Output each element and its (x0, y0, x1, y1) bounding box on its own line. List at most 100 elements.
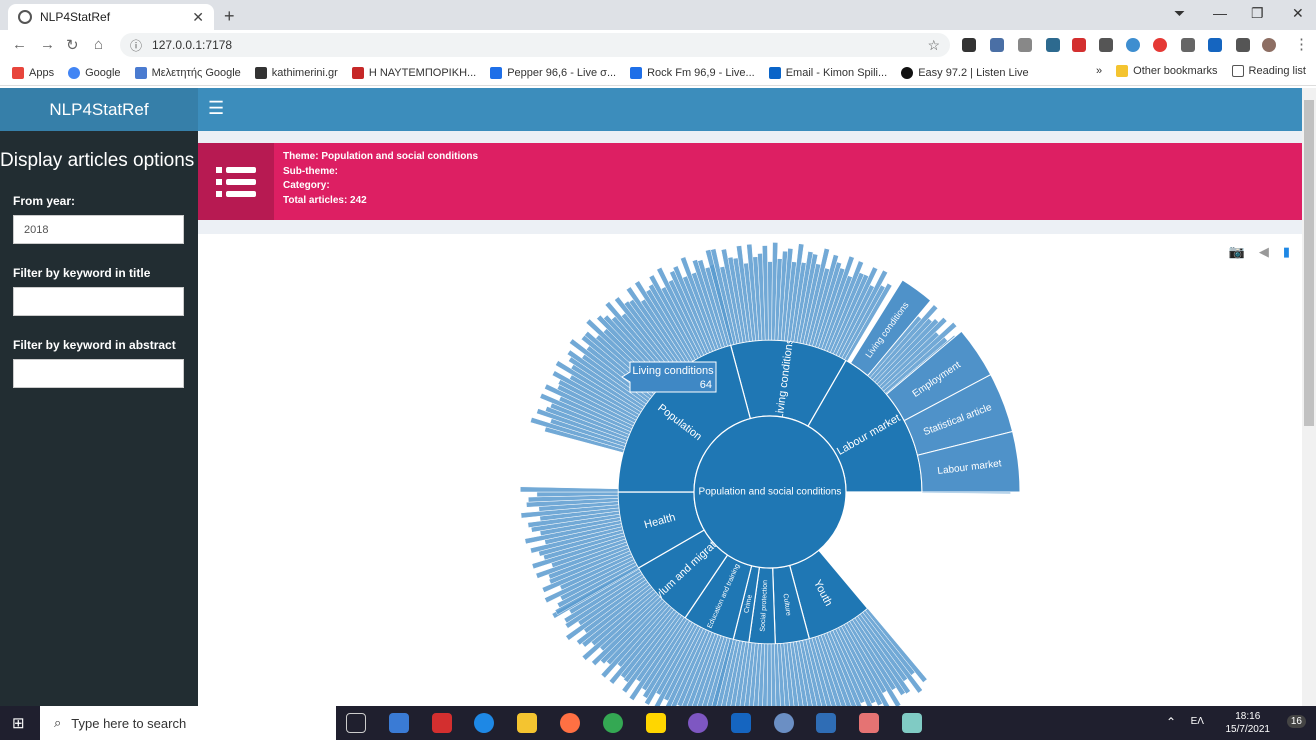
from-year-input[interactable]: 2018 (13, 215, 184, 244)
puzzle-icon[interactable] (1236, 38, 1250, 52)
title-filter-input[interactable] (13, 287, 184, 316)
root-label: Population and social conditions (699, 487, 842, 498)
reading-list[interactable]: Reading list (1231, 65, 1306, 77)
search-placeholder: Type here to search (71, 715, 187, 731)
sunburst-root[interactable]: Population and social conditions (693, 415, 847, 569)
hamburger-icon[interactable]: ☰ (208, 98, 224, 119)
theme-infobox: Theme: Population and social conditions … (198, 143, 1302, 220)
browser-tabstrip: NLP4StatRef ✕ + ⏷ — ❐ ✕ (0, 0, 1316, 30)
naftemporiki-icon (351, 66, 364, 79)
bookmark-apps[interactable]: Apps (12, 66, 54, 79)
sticky-notes-icon[interactable] (646, 713, 666, 733)
notification-badge[interactable]: 16 (1286, 715, 1306, 728)
sunburst-leaf[interactable] (520, 486, 619, 493)
windows-taskbar: ⊞ ⌕ Type here to search ⌃ ΕΛ 18:16 15/7/… (0, 706, 1316, 740)
theme-text: Theme: Population and social conditions (283, 151, 479, 162)
url-text: 127.0.0.1:7178 (152, 38, 233, 52)
scrollbar-thumb[interactable] (1304, 100, 1314, 426)
forward-button[interactable]: → (40, 36, 55, 53)
clock-time: 18:16 (1235, 711, 1261, 722)
from-year-label: From year: (13, 194, 76, 208)
task-view-icon[interactable] (346, 713, 366, 733)
extension-icon[interactable] (1208, 38, 1222, 52)
extension-icon[interactable] (1046, 38, 1060, 52)
total-articles-text: Total articles: 242 (283, 194, 367, 206)
adblock-icon[interactable] (1153, 38, 1167, 52)
avatar[interactable] (1262, 38, 1276, 52)
extension-icon[interactable] (1181, 38, 1195, 52)
close-tab-icon[interactable]: ✕ (192, 9, 204, 26)
info-icon[interactable]: ⓘ (130, 37, 142, 54)
category-text: Category: (283, 180, 330, 191)
bookmark-naftemporiki[interactable]: Η ΝΑΥΤΕΜΠΟΡΙΚΗ... (351, 66, 476, 79)
taskbar-search[interactable]: ⌕ Type here to search (40, 706, 336, 740)
tooltip-label: Living conditions (632, 365, 714, 377)
windows-start-icon[interactable]: ⊞ (12, 714, 25, 732)
firefox-icon[interactable] (560, 713, 580, 733)
abstract-filter-label: Filter by keyword in abstract (13, 338, 176, 352)
bookmark-star-icon[interactable]: ☆ (927, 37, 940, 54)
play-icon (630, 66, 643, 79)
minimize-button[interactable]: — (1213, 5, 1227, 21)
abstract-filter-input[interactable] (13, 359, 184, 388)
extension-icon[interactable] (1126, 38, 1140, 52)
app-icon[interactable] (474, 713, 494, 733)
visual-studio-icon[interactable] (816, 713, 836, 733)
back-button[interactable]: ← (12, 36, 27, 53)
clock[interactable]: 18:16 15/7/2021 (1226, 710, 1271, 736)
google-icon (68, 66, 81, 79)
kathimerini-icon (254, 66, 267, 79)
extension-icon[interactable] (990, 38, 1004, 52)
app-brand[interactable]: NLP4StatRef (0, 88, 198, 131)
page-scrollbar[interactable] (1302, 88, 1316, 706)
folder-icon (1116, 65, 1129, 77)
bookmark-pepper[interactable]: Pepper 96,6 - Live σ... (490, 66, 616, 79)
viber-icon[interactable] (688, 713, 708, 733)
extension-icon[interactable] (1018, 38, 1032, 52)
close-window-button[interactable]: ✕ (1292, 5, 1304, 22)
hover-tooltip: Living conditions 64 (621, 361, 717, 393)
address-bar[interactable]: ⓘ 127.0.0.1:7178 ☆ (120, 33, 950, 57)
bookmark-rockfm[interactable]: Rock Fm 96,9 - Live... (630, 66, 755, 79)
bookmark-easy[interactable]: Easy 97.2 | Listen Live (901, 66, 1029, 79)
word-icon[interactable] (731, 713, 751, 733)
browser-toolbar: ← → ↻ ⌂ ⓘ 127.0.0.1:7178 ☆ ⋮ (0, 30, 1316, 60)
tab-title: NLP4StatRef (40, 10, 111, 24)
r-icon[interactable] (774, 713, 794, 733)
paint-icon[interactable] (902, 713, 922, 733)
sunburst-chart[interactable]: Living conditionsLabour marketYouthCultu… (198, 234, 1302, 706)
home-button[interactable]: ⌂ (94, 36, 103, 53)
app-header: NLP4StatRef ☰ (0, 88, 1302, 131)
bookmarks-more-button[interactable]: » (1096, 65, 1102, 77)
extension-icon[interactable] (1099, 38, 1113, 52)
extension-icon[interactable] (962, 38, 976, 52)
language-indicator[interactable]: ΕΛ (1191, 716, 1204, 727)
other-bookmarks[interactable]: Other bookmarks (1116, 65, 1218, 77)
easy-radio-icon (901, 66, 914, 79)
reload-button[interactable]: ↻ (66, 36, 79, 54)
chrome-menu-icon[interactable]: ⋮ (1294, 35, 1309, 53)
app-icon[interactable] (859, 713, 879, 733)
sunburst-panel: 📷 ◀ ▮ Living conditions Labour market Yout… (198, 234, 1302, 706)
scholar-icon (134, 66, 147, 79)
tooltip-value: 64 (700, 379, 712, 391)
reading-list-icon (1231, 65, 1244, 77)
maximize-button[interactable]: ❐ (1251, 5, 1264, 22)
tray-chevron-icon[interactable]: ⌃ (1166, 715, 1176, 729)
main-content: Theme: Population and social conditions … (198, 131, 1302, 706)
file-explorer-icon[interactable] (517, 713, 537, 733)
list-icon (198, 143, 274, 220)
bookmark-google[interactable]: Google (68, 66, 121, 79)
app-icon[interactable] (389, 713, 409, 733)
pdf-extension-icon[interactable] (1072, 38, 1086, 52)
bookmark-kathimerini[interactable]: kathimerini.gr (254, 66, 338, 79)
new-tab-button[interactable]: + (224, 6, 235, 27)
title-filter-label: Filter by keyword in title (13, 266, 151, 280)
chrome-icon[interactable] (603, 713, 623, 733)
acrobat-icon[interactable] (432, 713, 452, 733)
profile-menu-icon[interactable]: ⏷ (1174, 5, 1185, 22)
bookmark-email[interactable]: Email - Kimon Spili... (768, 66, 887, 79)
browser-tab[interactable]: NLP4StatRef ✕ (8, 4, 214, 30)
bookmark-scholar[interactable]: Μελετητής Google (134, 66, 241, 79)
bookmarks-bar: Apps Google Μελετητής Google kathimerini… (0, 60, 1316, 86)
